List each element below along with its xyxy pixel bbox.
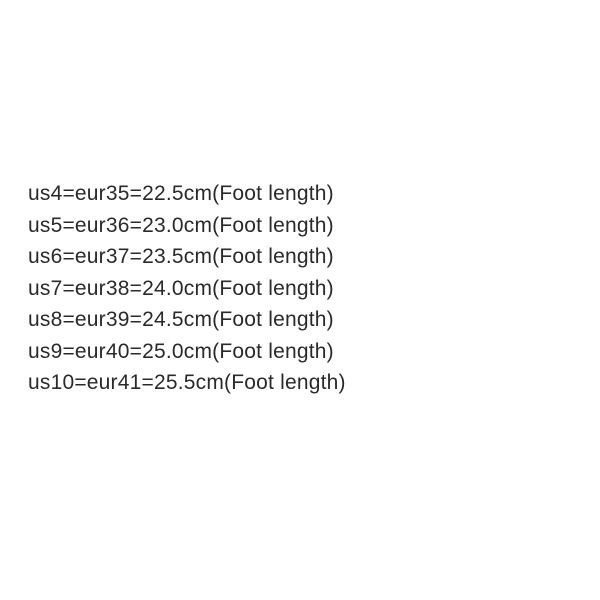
row-text: us8=eur39=24.5cm(Foot length) — [28, 308, 334, 331]
row-text: us7=eur38=24.0cm(Foot length) — [28, 277, 334, 300]
size-row: us7=eur38=24.0cm(Foot length) — [28, 273, 346, 305]
size-chart: us4=eur35=22.5cm(Foot length) us5=eur36=… — [28, 178, 346, 399]
size-row: us6=eur37=23.5cm(Foot length) — [28, 241, 346, 273]
size-row: us10=eur41=25.5cm(Foot length) — [28, 367, 346, 399]
row-text: us6=eur37=23.5cm(Foot length) — [28, 245, 334, 268]
row-text: us9=eur40=25.0cm(Foot length) — [28, 340, 334, 363]
row-text: us4=eur35=22.5cm(Foot length) — [28, 182, 334, 205]
size-row: us8=eur39=24.5cm(Foot length) — [28, 304, 346, 336]
size-row: us4=eur35=22.5cm(Foot length) — [28, 178, 346, 210]
size-row: us9=eur40=25.0cm(Foot length) — [28, 336, 346, 368]
row-text: us10=eur41=25.5cm(Foot length) — [28, 371, 346, 394]
size-row: us5=eur36=23.0cm(Foot length) — [28, 210, 346, 242]
row-text: us5=eur36=23.0cm(Foot length) — [28, 214, 334, 237]
